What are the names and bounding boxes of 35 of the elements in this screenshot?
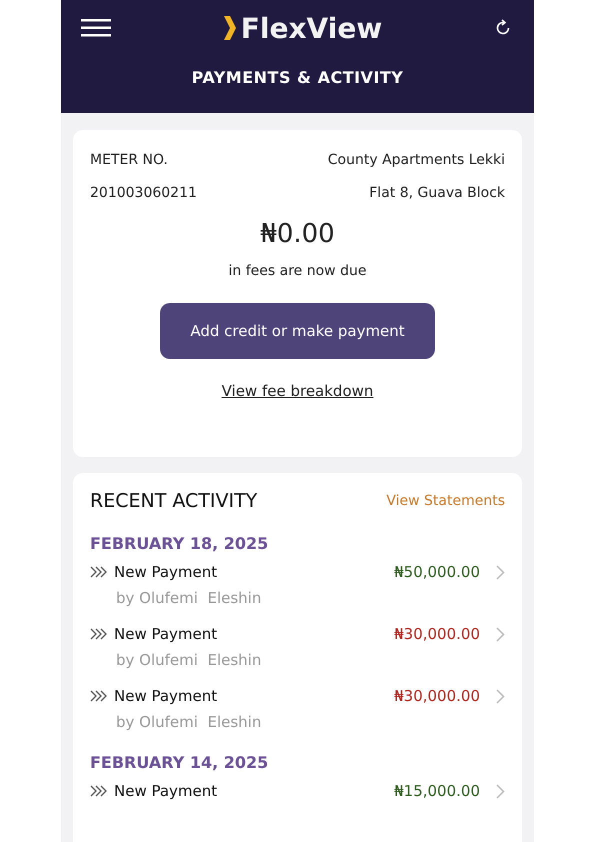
amount-due: ₦0.00 bbox=[260, 219, 335, 249]
activity-title[interactable]: New Payment bbox=[114, 687, 388, 705]
fee-breakdown-link[interactable]: View fee breakdown bbox=[222, 382, 374, 400]
due-note: in fees are now due bbox=[228, 263, 366, 279]
triple-chevron-icon bbox=[90, 628, 108, 640]
page-title: PAYMENTS & ACTIVITY bbox=[190, 68, 404, 87]
date-heading: FEBRUARY 14, 2025 bbox=[90, 753, 270, 772]
pay-button[interactable]: Add credit or make payment bbox=[160, 303, 435, 359]
chevron-icon bbox=[222, 15, 237, 41]
activity-amount: ₦15,000.00 bbox=[394, 782, 480, 800]
activity-title[interactable]: New Payment bbox=[114, 563, 388, 581]
activity-title[interactable]: New Payment bbox=[114, 625, 388, 643]
property-name: County Apartments Lekki bbox=[328, 152, 505, 168]
chevron-right-icon[interactable] bbox=[496, 688, 505, 704]
activity-amount: ₦30,000.00 bbox=[394, 625, 480, 643]
unit-name: Flat 8, Guava Block bbox=[369, 185, 505, 201]
section-title: RECENT ACTIVITY bbox=[90, 490, 258, 512]
date-heading: FEBRUARY 18, 2025 bbox=[90, 534, 270, 553]
meter-number: 201003060211 bbox=[90, 185, 197, 201]
triple-chevron-icon bbox=[90, 785, 108, 797]
payer-name: by Olufemi Eleshin bbox=[116, 713, 262, 731]
app-name: FlexView bbox=[240, 12, 382, 44]
triple-chevron-icon bbox=[90, 690, 108, 702]
activity-amount: ₦30,000.00 bbox=[394, 687, 480, 705]
activity-amount: ₦50,000.00 bbox=[394, 563, 480, 581]
chevron-right-icon[interactable] bbox=[496, 626, 505, 642]
refresh-icon[interactable] bbox=[494, 19, 512, 37]
chevron-right-icon[interactable] bbox=[496, 564, 505, 580]
menu-icon[interactable] bbox=[81, 18, 111, 38]
payer-name: by Olufemi Eleshin bbox=[116, 589, 262, 607]
chevron-right-icon[interactable] bbox=[496, 784, 505, 798]
activity-title[interactable]: New Payment bbox=[114, 782, 388, 800]
triple-chevron-icon bbox=[90, 566, 108, 578]
payer-name: by Olufemi Eleshin bbox=[116, 651, 262, 669]
meter-label: METER NO. bbox=[90, 152, 168, 168]
